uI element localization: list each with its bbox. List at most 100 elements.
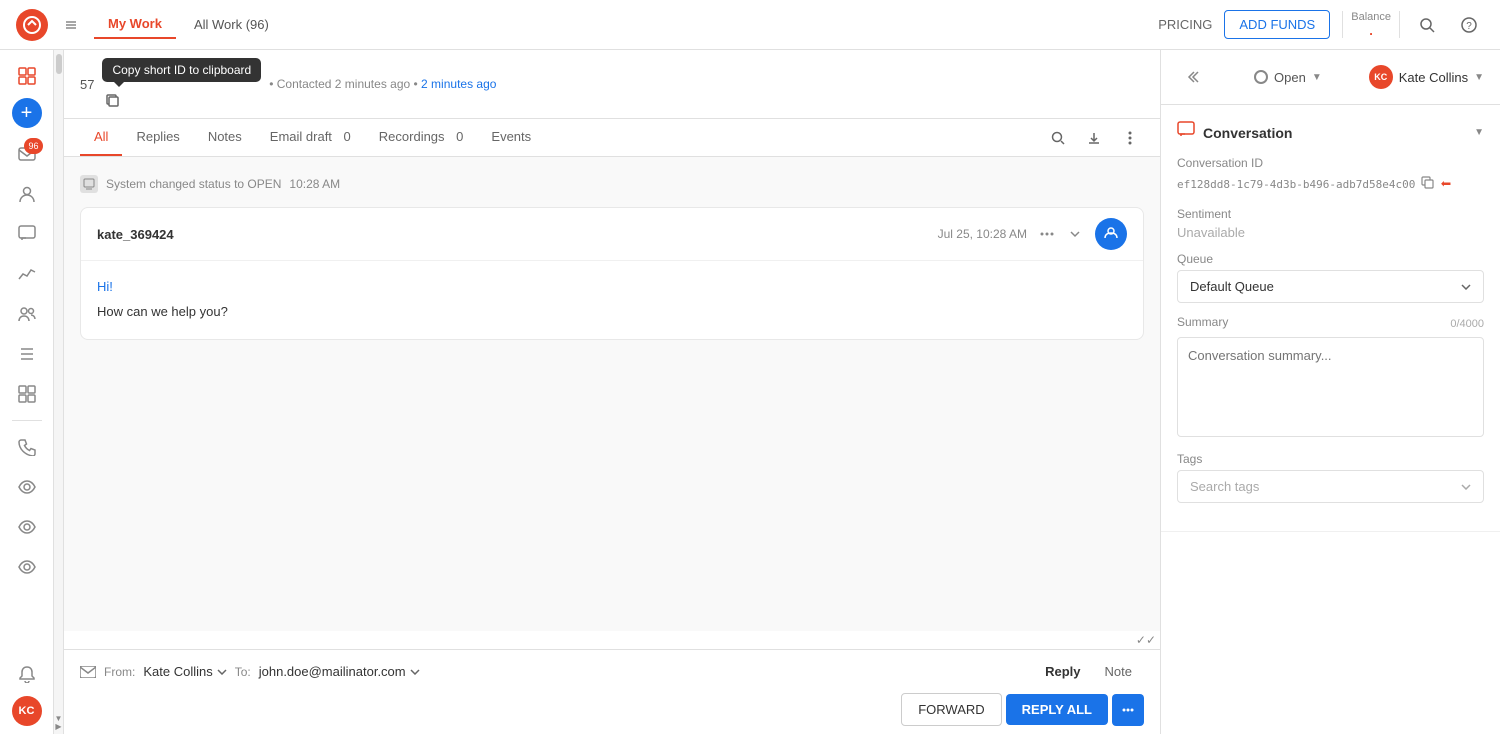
rs-agent-avatar: KC (1369, 65, 1393, 89)
reply-all-button[interactable]: REPLY ALL (1006, 694, 1108, 725)
conv-header: 57 Copy short ID to clipboard • Contacte… (64, 50, 1160, 119)
message-line1: Hi! (97, 277, 1127, 298)
message-card: kate_369424 Jul 25, 10:28 AM (80, 207, 1144, 340)
content-area: 57 Copy short ID to clipboard • Contacte… (64, 50, 1160, 734)
rs-section-header: Conversation ▼ (1177, 121, 1484, 144)
copy-tooltip-box: Copy short ID to clipboard (102, 58, 261, 82)
system-icon (80, 175, 98, 193)
tab-all-work[interactable]: All Work (96) (180, 11, 283, 38)
from-label: From: (104, 665, 135, 679)
rs-sentiment-label: Sentiment (1177, 207, 1484, 221)
sidebar-notification-icon[interactable] (9, 656, 45, 692)
sidebar-item-reports[interactable] (9, 256, 45, 292)
messages-area[interactable]: System changed status to OPEN 10:28 AM k… (64, 157, 1160, 631)
rs-section-collapse-button[interactable]: ▼ (1474, 127, 1484, 138)
rs-expand-button[interactable] (1177, 62, 1207, 92)
rs-summary-label: Summary (1177, 315, 1228, 329)
sidebar-item-eye1[interactable] (9, 469, 45, 505)
from-select[interactable]: Kate Collins (143, 664, 226, 679)
queue-chevron-icon (1461, 284, 1471, 290)
add-button[interactable]: + (12, 98, 42, 128)
message-collapse-button[interactable] (1063, 222, 1087, 246)
sidebar-item-conversations[interactable] (9, 216, 45, 252)
more-options-button[interactable] (1116, 124, 1144, 152)
conv-id-copy-button[interactable] (1421, 176, 1434, 193)
message-header: kate_369424 Jul 25, 10:28 AM (81, 208, 1143, 261)
tab-all[interactable]: All (80, 119, 122, 156)
reply-from-row: From: Kate Collins To: john.doe@mailinat… (80, 658, 1144, 685)
reply-tab[interactable]: Reply (1033, 658, 1092, 685)
rs-tags-field: Tags Search tags (1177, 452, 1484, 503)
system-message: System changed status to OPEN 10:28 AM (80, 169, 1144, 199)
to-select[interactable]: john.doe@mailinator.com (259, 664, 420, 679)
rs-summary-field: Summary 0/4000 (1177, 315, 1484, 440)
search-icon[interactable] (1412, 10, 1442, 40)
rs-sentiment-value: Unavailable (1177, 225, 1484, 240)
reply-buttons: FORWARD REPLY ALL (80, 693, 1144, 726)
scroll-bar[interactable]: ▼ ▶ (54, 50, 64, 734)
copy-id-button[interactable] (102, 90, 122, 110)
scroll-thumb[interactable] (56, 54, 62, 74)
rs-agent[interactable]: KC Kate Collins ▼ (1369, 65, 1484, 89)
sidebar-item-contacts[interactable] (9, 176, 45, 212)
sidebar-item-teams[interactable] (9, 296, 45, 332)
more-reply-button[interactable] (1112, 694, 1144, 726)
rs-conv-id-field: Conversation ID ef128dd8-1c79-4d3b-b496-… (1177, 156, 1484, 195)
help-icon[interactable]: ? (1454, 10, 1484, 40)
tags-chevron-icon (1461, 484, 1471, 490)
sidebar-item-eye2[interactable] (9, 509, 45, 545)
sidebar-item-inbox[interactable]: 96 (9, 136, 45, 172)
rs-status[interactable]: Open ▼ (1254, 70, 1322, 85)
tab-my-work[interactable]: My Work (94, 10, 176, 39)
rs-queue-select[interactable]: Default Queue (1177, 270, 1484, 303)
message-line2: How can we help you? (97, 302, 1127, 323)
rs-section-icon (1177, 121, 1195, 144)
system-time: 10:28 AM (289, 177, 340, 191)
copy-tooltip-container: Copy short ID to clipboard (102, 58, 261, 110)
to-chevron-icon (410, 669, 420, 675)
user-avatar[interactable]: KC (12, 696, 42, 726)
rs-agent-chevron-icon: ▼ (1474, 72, 1484, 83)
right-sidebar: Open ▼ KC Kate Collins ▼ Conversation ▼ … (1160, 50, 1500, 734)
topbar-right: PRICING ADD FUNDS Balance . ? (1158, 10, 1484, 40)
message-sender: kate_369424 (97, 227, 938, 242)
rs-section-title: Conversation (1203, 125, 1466, 141)
rs-conv-id-label: Conversation ID (1177, 156, 1484, 170)
tab-notes[interactable]: Notes (194, 119, 256, 156)
add-funds-button[interactable]: ADD FUNDS (1224, 10, 1330, 39)
rs-tags-label: Tags (1177, 452, 1484, 466)
note-tab[interactable]: Note (1093, 658, 1144, 685)
sidebar-item-list[interactable] (9, 336, 45, 372)
sidebar-item-grid[interactable] (9, 376, 45, 412)
balance-value: . (1369, 23, 1373, 38)
tab-recordings[interactable]: Recordings 0 (365, 119, 478, 156)
system-status-text: System changed status to OPEN (106, 177, 281, 191)
rs-tags-input[interactable]: Search tags (1177, 470, 1484, 503)
pricing-link[interactable]: PRICING (1158, 17, 1212, 32)
sidebar-item-eye3[interactable] (9, 549, 45, 585)
sidebar-item-dashboard[interactable] (9, 58, 45, 94)
tab-events[interactable]: Events (477, 119, 545, 156)
message-time: Jul 25, 10:28 AM (938, 227, 1027, 241)
topbar-collapse-btn[interactable] (56, 10, 86, 40)
left-sidebar: + 96 (0, 50, 54, 734)
tab-replies[interactable]: Replies (122, 119, 193, 156)
message-more-button[interactable] (1035, 222, 1059, 246)
reply-bar: From: Kate Collins To: john.doe@mailinat… (64, 649, 1160, 734)
sidebar-bottom: KC (9, 656, 45, 726)
main-layout: + 96 (0, 50, 1500, 734)
search-messages-button[interactable] (1044, 124, 1072, 152)
sidebar-item-phone[interactable] (9, 429, 45, 465)
conv-time-link[interactable]: 2 minutes ago (421, 77, 496, 91)
status-circle-icon (1254, 70, 1268, 84)
scroll-right-arrow[interactable]: ▶ (55, 722, 63, 730)
tab-email-draft[interactable]: Email draft 0 (256, 119, 365, 156)
tooltip-arrow (114, 82, 124, 92)
conv-id-back-button[interactable]: ⬅ (1440, 174, 1451, 195)
download-button[interactable] (1080, 124, 1108, 152)
logo-icon (16, 9, 48, 41)
from-chevron-icon (217, 669, 227, 675)
rs-summary-textarea[interactable] (1177, 337, 1484, 437)
rs-agent-name: Kate Collins (1399, 70, 1468, 85)
forward-button[interactable]: FORWARD (901, 693, 1001, 726)
